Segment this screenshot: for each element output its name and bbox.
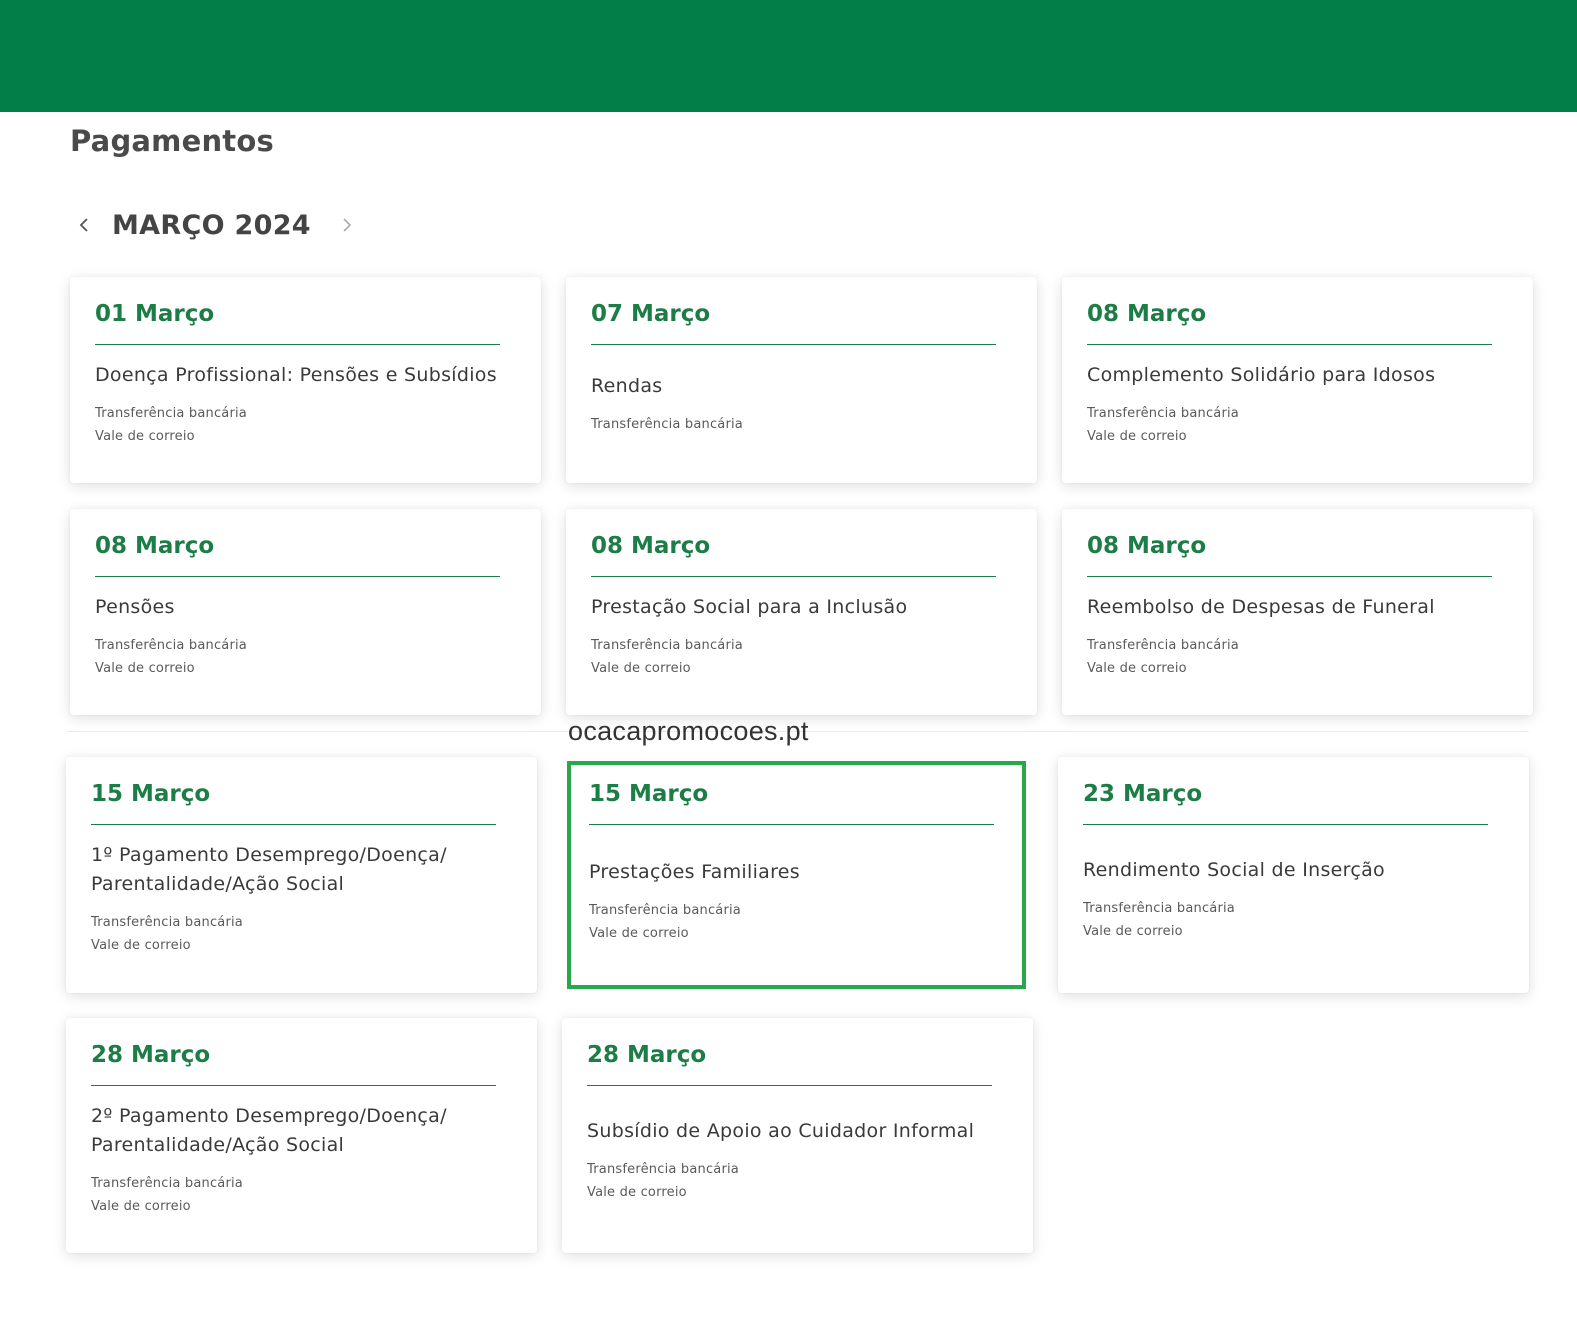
- card-date: 15 Março: [91, 781, 211, 807]
- payment-method: Transferência bancária: [591, 638, 743, 653]
- month-navigation: MARÇO 2024: [70, 205, 361, 245]
- card-divider: [591, 344, 996, 345]
- page-title: Pagamentos: [70, 124, 274, 158]
- card-title-line: 2º Pagamento Desemprego/Doença/: [91, 1105, 447, 1127]
- watermark-text: ocacapromocoes.pt: [568, 716, 809, 746]
- card-divider: [95, 344, 500, 345]
- payment-card[interactable]: 28 Março 2º Pagamento Desemprego/Doença/…: [66, 1018, 537, 1253]
- payment-methods: Transferência bancária Vale de correio: [1087, 402, 1492, 448]
- card-divider: [91, 824, 496, 825]
- card-date: 28 Março: [587, 1042, 707, 1068]
- current-month-label: MARÇO 2024: [112, 209, 311, 241]
- payment-methods: Transferência bancária Vale de correio: [91, 1172, 496, 1218]
- payment-method: Transferência bancária: [587, 1162, 739, 1177]
- card-date: 28 Março: [91, 1042, 211, 1068]
- payment-method: Vale de correio: [591, 661, 691, 676]
- payment-card[interactable]: 15 Março 1º Pagamento Desemprego/Doença/…: [66, 757, 537, 993]
- payment-method: Vale de correio: [95, 661, 195, 676]
- card-title: Subsídio de Apoio ao Cuidador Informal: [587, 1120, 975, 1142]
- card-title-line: 1º Pagamento Desemprego/Doença/: [91, 844, 447, 866]
- payment-card[interactable]: 08 Março Pensões Transferência bancária …: [70, 509, 541, 715]
- card-divider: [591, 576, 996, 577]
- card-date: 08 Março: [591, 533, 711, 559]
- next-month-button[interactable]: [333, 207, 361, 243]
- card-title: Prestações Familiares: [589, 861, 800, 883]
- card-title: Doença Profissional: Pensões e Subsídios: [95, 364, 497, 386]
- card-title: Rendimento Social de Inserção: [1083, 859, 1385, 881]
- card-date: 08 Março: [1087, 301, 1207, 327]
- payment-card[interactable]: 01 Março Doença Profissional: Pensões e …: [70, 277, 541, 483]
- payment-method: Vale de correio: [1087, 661, 1187, 676]
- card-divider: [1087, 576, 1492, 577]
- card-title: 1º Pagamento Desemprego/Doença/ Parental…: [91, 841, 496, 899]
- card-divider: [587, 1085, 992, 1086]
- card-date: 15 Março: [589, 781, 709, 807]
- payment-method: Transferência bancária: [589, 903, 741, 918]
- card-title: Prestação Social para a Inclusão: [591, 596, 908, 618]
- payment-card[interactable]: 08 Março Reembolso de Despesas de Funera…: [1062, 509, 1533, 715]
- payment-method: Vale de correio: [91, 1199, 191, 1214]
- payment-method: Vale de correio: [589, 926, 689, 941]
- card-title: Rendas: [591, 375, 663, 397]
- card-date: 23 Março: [1083, 781, 1203, 807]
- chevron-right-icon: [343, 218, 352, 232]
- payment-card[interactable]: 08 Março Prestação Social para a Inclusã…: [566, 509, 1037, 715]
- payment-methods: Transferência bancária Vale de correio: [95, 634, 500, 680]
- payment-methods: Transferência bancária Vale de correio: [591, 634, 996, 680]
- payment-method: Transferência bancária: [91, 1176, 243, 1191]
- card-title: Reembolso de Despesas de Funeral: [1087, 596, 1435, 618]
- payment-method: Vale de correio: [95, 429, 195, 444]
- payment-method: Transferência bancária: [95, 406, 247, 421]
- payment-methods: Transferência bancária Vale de correio: [1083, 897, 1488, 943]
- card-date: 08 Março: [95, 533, 215, 559]
- chevron-left-icon: [79, 218, 88, 232]
- payment-methods: Transferência bancária Vale de correio: [589, 899, 985, 945]
- payment-method: Vale de correio: [587, 1185, 687, 1200]
- payment-card[interactable]: 23 Março Rendimento Social de Inserção T…: [1058, 757, 1529, 993]
- payment-method: Transferência bancária: [591, 417, 743, 432]
- card-divider: [1083, 824, 1488, 825]
- payment-methods: Transferência bancária Vale de correio: [1087, 634, 1492, 680]
- payment-methods: Transferência bancária Vale de correio: [587, 1158, 992, 1204]
- payment-method: Transferência bancária: [1087, 638, 1239, 653]
- card-title: Complemento Solidário para Idosos: [1087, 364, 1436, 386]
- payment-methods: Transferência bancária Vale de correio: [95, 402, 500, 448]
- top-header-bar: [0, 0, 1577, 112]
- card-divider: [91, 1085, 496, 1086]
- payment-method: Transferência bancária: [1087, 406, 1239, 421]
- payment-method: Transferência bancária: [95, 638, 247, 653]
- payment-methods: Transferência bancária Vale de correio: [91, 911, 496, 957]
- card-date: 01 Março: [95, 301, 215, 327]
- payment-method: Vale de correio: [1087, 429, 1187, 444]
- card-date: 07 Março: [591, 301, 711, 327]
- card-divider: [1087, 344, 1492, 345]
- card-title-line: Parentalidade/Ação Social: [91, 873, 345, 895]
- payment-card[interactable]: 08 Março Complemento Solidário para Idos…: [1062, 277, 1533, 483]
- card-divider: [95, 576, 500, 577]
- payment-method: Transferência bancária: [1083, 901, 1235, 916]
- card-title: Pensões: [95, 596, 175, 618]
- card-title: 2º Pagamento Desemprego/Doença/ Parental…: [91, 1102, 496, 1160]
- payment-card[interactable]: 07 Março Rendas Transferência bancária: [566, 277, 1037, 483]
- payment-method: Vale de correio: [1083, 924, 1183, 939]
- payment-card-highlighted[interactable]: 15 Março Prestações Familiares Transferê…: [567, 761, 1026, 989]
- card-title-line: Parentalidade/Ação Social: [91, 1134, 345, 1156]
- card-divider: [589, 824, 994, 825]
- payment-method: Vale de correio: [91, 938, 191, 953]
- card-date: 08 Março: [1087, 533, 1207, 559]
- payment-methods: Transferência bancária: [591, 413, 996, 436]
- payment-method: Transferência bancária: [91, 915, 243, 930]
- prev-month-button[interactable]: [70, 207, 98, 243]
- payment-card[interactable]: 28 Março Subsídio de Apoio ao Cuidador I…: [562, 1018, 1033, 1253]
